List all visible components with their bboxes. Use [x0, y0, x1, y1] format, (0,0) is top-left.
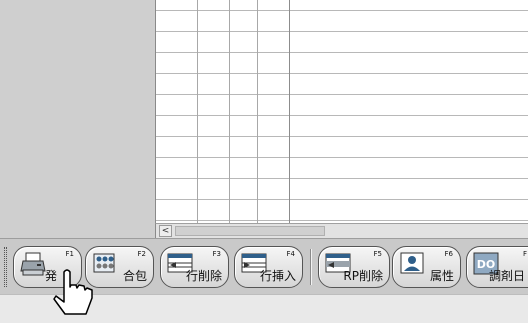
grid-column-line: [197, 0, 198, 223]
scroll-thumb[interactable]: [175, 226, 325, 236]
grid-column-line: [289, 0, 290, 223]
f6-button-label: 属性: [429, 269, 454, 283]
f2-combine-package-button[interactable]: F2 合包: [85, 246, 154, 288]
prescription-grid[interactable]: [155, 0, 528, 223]
f7-dispense-date-button[interactable]: DO F 調剤日: [466, 246, 528, 288]
grid-column-line: [257, 0, 258, 223]
f4-button-label: 行挿入: [259, 269, 296, 283]
grid-row-line: [156, 115, 528, 116]
f7-key-label: F: [522, 250, 527, 258]
f4-insert-row-button[interactable]: F4 行挿入: [234, 246, 303, 288]
grid-row-line: [156, 199, 528, 200]
pill-package-icon: [93, 253, 115, 273]
grid-row-line: [156, 136, 528, 137]
f5-delete-rp-button[interactable]: F5 RP削除: [318, 246, 390, 288]
person-attribute-icon: [400, 252, 424, 274]
f2-button-label: 合包: [122, 269, 147, 283]
left-panel: [0, 0, 155, 238]
f4-key-label: F4: [286, 250, 295, 258]
f1-key-label: F1: [65, 250, 74, 258]
printer-icon: [20, 252, 46, 276]
f5-button-label: RP削除: [343, 269, 383, 283]
grid-row-line: [156, 10, 528, 11]
f2-key-label: F2: [137, 250, 146, 258]
toolbar-separator: [310, 249, 312, 285]
grid-row-line: [156, 31, 528, 32]
grid-row-line: [156, 94, 528, 95]
grid-row-line: [156, 178, 528, 179]
horizontal-scrollbar[interactable]: <: [155, 223, 528, 238]
status-bar: [0, 294, 528, 323]
f1-button-label: 発: [44, 269, 57, 283]
f7-button-label: 調剤日: [488, 269, 525, 283]
grid-row-line: [156, 220, 528, 221]
scroll-left-button[interactable]: <: [159, 225, 172, 237]
f5-key-label: F5: [373, 250, 382, 258]
f3-button-label: 行削除: [185, 269, 222, 283]
grid-row-line: [156, 157, 528, 158]
grid-row-line: [156, 73, 528, 74]
f6-key-label: F6: [444, 250, 453, 258]
function-key-toolbar: F1 発 F2 合包 F3 行削除 F4 行挿入 F5 RP削除 F6 属性 D…: [0, 238, 528, 294]
f3-delete-row-button[interactable]: F3 行削除: [160, 246, 229, 288]
grid-column-line: [229, 0, 230, 223]
toolbar-grip[interactable]: [4, 247, 7, 287]
f6-attribute-button[interactable]: F6 属性: [392, 246, 461, 288]
grid-row-line: [156, 52, 528, 53]
f3-key-label: F3: [212, 250, 221, 258]
f1-issue-button[interactable]: F1 発: [13, 246, 82, 288]
